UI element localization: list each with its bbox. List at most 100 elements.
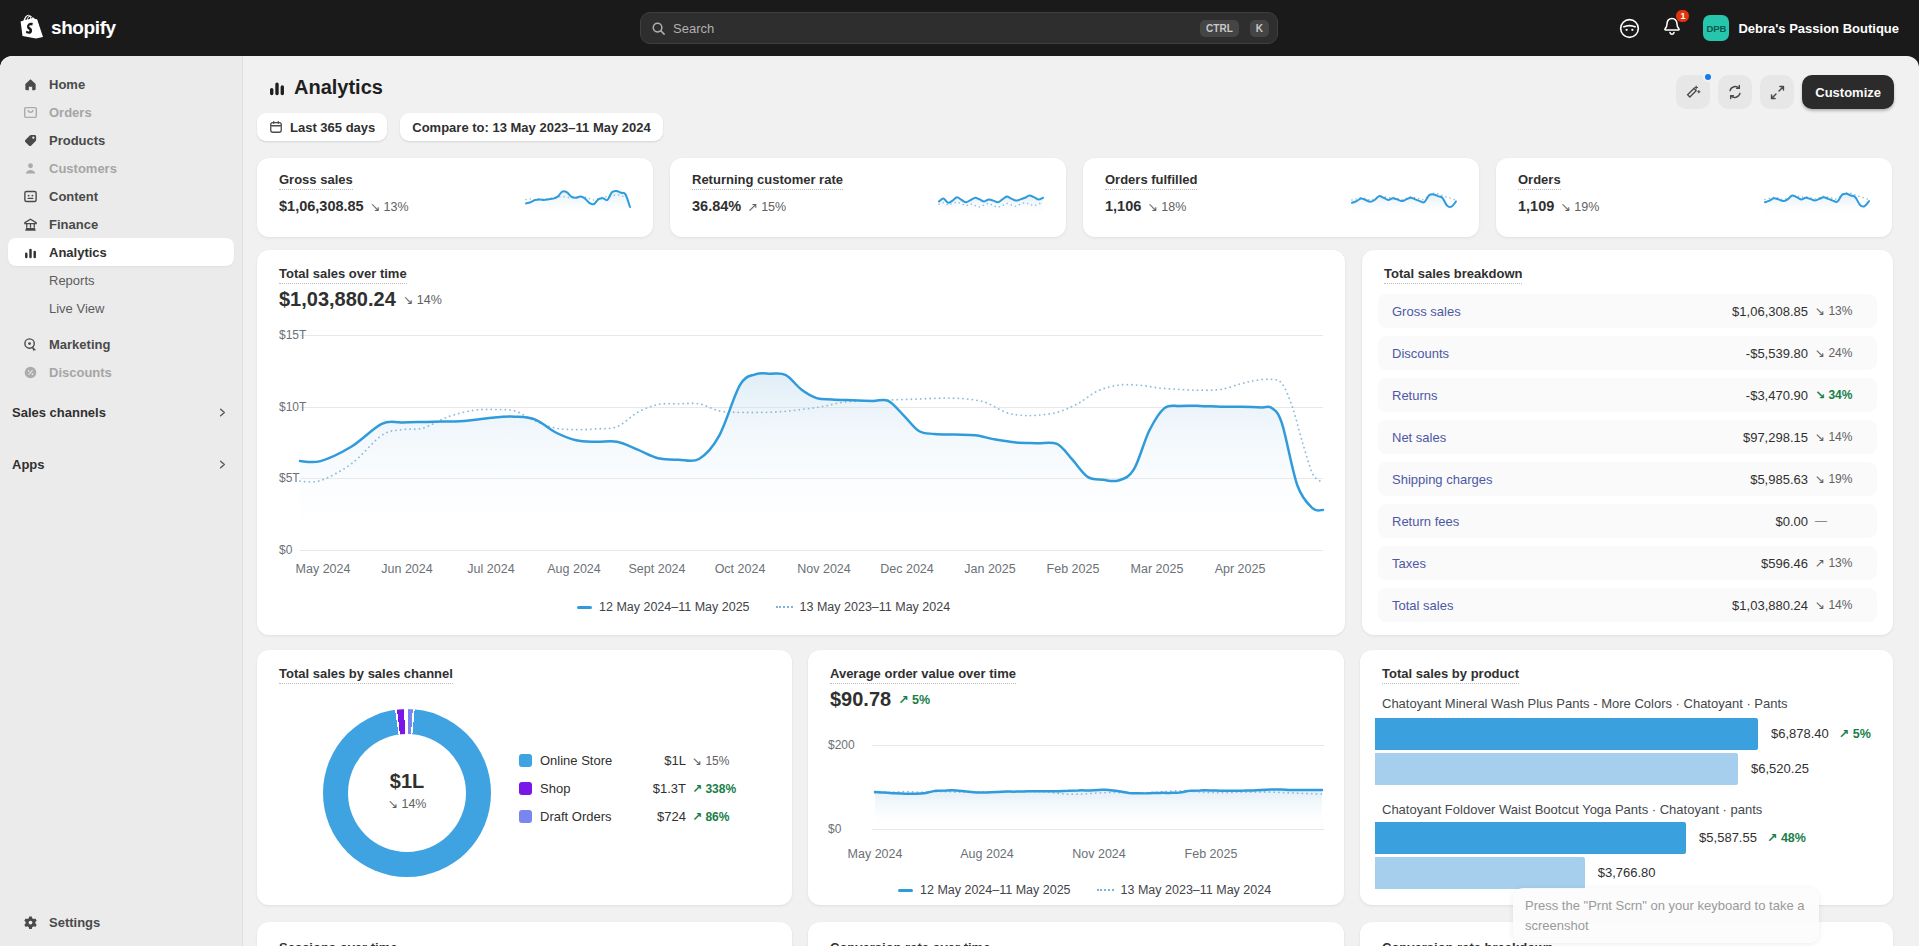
aov-line-chart[interactable]	[808, 650, 1344, 905]
product-bar-previous[interactable]	[1375, 753, 1738, 785]
topbar: shopify Search CTRL K 1 DPB Debra's Pass…	[0, 0, 1919, 56]
sidebar-item-home[interactable]: Home	[8, 70, 234, 98]
sidebar-item-label: Settings	[49, 915, 100, 930]
sidebar-item-discounts[interactable]: Discounts	[8, 358, 234, 386]
row-label[interactable]: Returns	[1392, 388, 1746, 403]
donut-center: $1L ↘ 14%	[323, 770, 491, 811]
card-title[interactable]: Conversion rate over time	[830, 940, 990, 946]
x-tick: Feb 2025	[1185, 847, 1238, 861]
fullscreen-button[interactable]	[1760, 75, 1794, 109]
assistant-icon[interactable]	[1618, 17, 1641, 40]
notifications-button[interactable]: 1	[1661, 15, 1683, 42]
ai-insights-button[interactable]	[1676, 75, 1710, 109]
metric-value: $1,06,308.85	[279, 198, 364, 214]
card-title[interactable]: Sessions over time	[279, 940, 398, 946]
legend-row-shop[interactable]: Shop$1.3T↗ 338%	[519, 781, 736, 796]
card-title[interactable]: Total sales by sales channel	[279, 666, 453, 684]
customize-button[interactable]: Customize	[1802, 75, 1894, 109]
metric-label[interactable]: Gross sales	[279, 172, 353, 190]
sidebar-settings[interactable]: Settings	[8, 908, 234, 936]
sidebar-section-sales-channels[interactable]: Sales channels	[12, 398, 228, 426]
row-label[interactable]: Shipping charges	[1392, 472, 1750, 487]
sidebar-section-apps[interactable]: Apps	[12, 450, 228, 478]
row-label[interactable]: Taxes	[1392, 556, 1761, 571]
row-label[interactable]: Total sales	[1392, 598, 1732, 613]
x-tick: Nov 2024	[1072, 847, 1126, 861]
calendar-icon	[269, 120, 283, 134]
sidebar-item-reports[interactable]: Reports	[8, 266, 234, 294]
metric-label[interactable]: Orders fulfilled	[1105, 172, 1197, 190]
sidebar-item-live-view[interactable]: Live View	[8, 294, 234, 322]
search-input[interactable]: Search CTRL K	[640, 12, 1278, 44]
shopify-bag-icon	[20, 14, 45, 42]
shopify-logo[interactable]: shopify	[20, 14, 116, 42]
bar-value: $5,587.55↗ 48%	[1699, 830, 1806, 845]
legend-row-draft-orders[interactable]: Draft Orders$724↗ 86%	[519, 809, 729, 824]
toolbar: Customize	[1676, 75, 1894, 109]
product-bar-current[interactable]	[1375, 718, 1758, 750]
breakdown-row[interactable]: Taxes$596.46↗ 13%	[1378, 546, 1877, 580]
row-delta: ↘ 14%	[1815, 430, 1863, 444]
row-value: $1,03,880.24	[1732, 598, 1808, 613]
metric-label[interactable]: Orders	[1518, 172, 1561, 190]
metric-delta: ↘ 13%	[370, 199, 409, 214]
breakdown-row[interactable]: Net sales$97,298.15↘ 14%	[1378, 420, 1877, 454]
metric-label[interactable]: Returning customer rate	[692, 172, 843, 190]
sparkline-chart	[1349, 174, 1459, 220]
breakdown-row[interactable]: Return fees$0.00—	[1378, 504, 1877, 538]
x-tick: Jul 2024	[467, 562, 514, 576]
sidebar-item-products[interactable]: Products	[8, 126, 234, 154]
sidebar-item-analytics[interactable]: Analytics	[8, 238, 234, 266]
breakdown-row[interactable]: Gross sales$1,06,308.85↘ 13%	[1378, 294, 1877, 328]
sidebar-item-label: Finance	[49, 217, 98, 232]
search-placeholder: Search	[673, 21, 1189, 36]
sparkline-chart	[936, 174, 1046, 220]
breakdown-row[interactable]: Returns-$3,470.90↘ 34%	[1378, 378, 1877, 412]
breakdown-row[interactable]: Shipping charges$5,985.63↘ 19%	[1378, 462, 1877, 496]
metric-card-gross-sales[interactable]: Gross sales $1,06,308.85 ↘ 13%	[257, 158, 653, 237]
x-tick: Jun 2024	[381, 562, 432, 576]
total-sales-line-chart[interactable]	[257, 250, 1345, 635]
metric-card-orders[interactable]: Orders 1,109↘ 19%	[1496, 158, 1892, 237]
breakdown-row[interactable]: Discounts-$5,539.80↘ 24%	[1378, 336, 1877, 370]
bar-value: $3,766.80	[1598, 865, 1656, 880]
x-tick: Apr 2025	[1215, 562, 1266, 576]
card-sessions-over-time: Sessions over time	[257, 922, 792, 946]
row-label[interactable]: Net sales	[1392, 430, 1743, 445]
sidebar-item-marketing[interactable]: Marketing	[8, 330, 234, 358]
sparkline-chart	[1762, 174, 1872, 220]
metric-card-orders-fulfilled[interactable]: Orders fulfilled 1,106↘ 18%	[1083, 158, 1479, 237]
metric-card-returning-rate[interactable]: Returning customer rate 36.84%↗ 15%	[670, 158, 1066, 237]
compare-button[interactable]: Compare to: 13 May 2023–11 May 2024	[400, 113, 662, 141]
product-bar-current[interactable]	[1375, 822, 1686, 854]
row-value: -$5,539.80	[1746, 346, 1808, 361]
shopify-wordmark: shopify	[51, 17, 116, 39]
row-label[interactable]: Return fees	[1392, 514, 1775, 529]
analytics-icon	[22, 245, 39, 260]
metric-delta: ↗ 15%	[747, 199, 786, 214]
row-label[interactable]: Discounts	[1392, 346, 1746, 361]
sidebar-item-finance[interactable]: Finance	[8, 210, 234, 238]
card-title[interactable]: Total sales breakdown	[1384, 266, 1522, 284]
row-delta: ↗ 13%	[1815, 556, 1863, 570]
x-tick: Oct 2024	[715, 562, 766, 576]
notification-badge: 1	[1675, 9, 1690, 23]
date-range-button[interactable]: Last 365 days	[257, 113, 387, 141]
x-tick: Jan 2025	[964, 562, 1015, 576]
sidebar-item-label: Content	[49, 189, 98, 204]
row-label[interactable]: Gross sales	[1392, 304, 1732, 319]
sidebar-item-customers[interactable]: Customers	[8, 154, 234, 182]
product-bar-previous[interactable]	[1375, 857, 1585, 889]
sidebar-item-orders[interactable]: Orders	[8, 98, 234, 126]
x-tick: Sept 2024	[629, 562, 686, 576]
card-title[interactable]: Total sales by product	[1382, 666, 1519, 684]
legend-delta: ↗ 338%	[692, 782, 736, 796]
refresh-button[interactable]	[1718, 75, 1752, 109]
legend-row-online-store[interactable]: Online Store$1L↘ 15%	[519, 753, 729, 768]
store-menu[interactable]: DPB Debra's Passion Boutique	[1703, 15, 1899, 41]
breakdown-row[interactable]: Total sales$1,03,880.24↘ 14%	[1378, 588, 1877, 622]
sidebar-item-content[interactable]: Content	[8, 182, 234, 210]
sidebar-item-label: Customers	[49, 161, 117, 176]
legend-label: Draft Orders	[540, 809, 638, 824]
legend-label: 12 May 2024–11 May 2025	[599, 600, 750, 614]
